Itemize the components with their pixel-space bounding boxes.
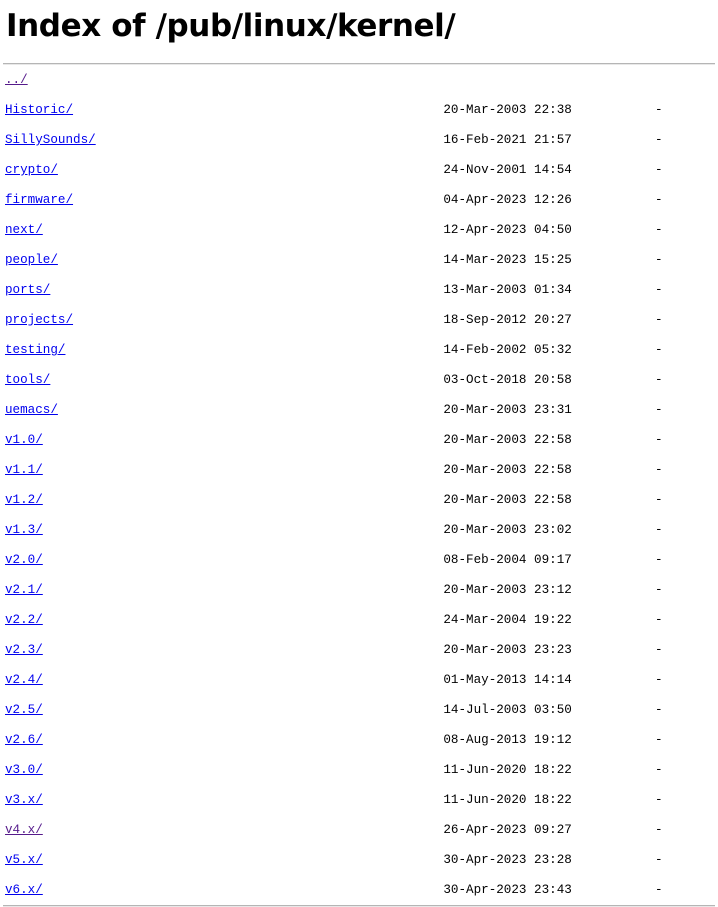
listing-row: uemacs/ 20-Mar-2003 23:31 -: [5, 403, 718, 418]
directory-link[interactable]: uemacs/: [5, 403, 58, 417]
listing-row: firmware/ 04-Apr-2023 12:26 -: [5, 193, 718, 208]
directory-link[interactable]: v2.6/: [5, 733, 43, 747]
directory-link[interactable]: people/: [5, 253, 58, 267]
listing-row-meta: 04-Apr-2023 12:26 -: [73, 193, 663, 207]
listing-row-meta: 01-May-2013 14:14 -: [42, 673, 663, 687]
listing-row: v2.0/ 08-Feb-2004 09:17 -: [5, 553, 718, 568]
listing-row: v1.3/ 20-Mar-2003 23:02 -: [5, 523, 718, 538]
listing-row: v2.4/ 01-May-2013 14:14 -: [5, 673, 718, 688]
directory-link[interactable]: v2.4/: [5, 673, 43, 687]
listing-row-meta: 03-Oct-2018 20:58 -: [50, 373, 663, 387]
directory-link[interactable]: v2.2/: [5, 613, 43, 627]
directory-listing: ../ Historic/ 20-Mar-2003 22:38 - SillyS…: [0, 65, 718, 898]
listing-row: v2.5/ 14-Jul-2003 03:50 -: [5, 703, 718, 718]
listing-row: projects/ 18-Sep-2012 20:27 -: [5, 313, 718, 328]
listing-row: v1.1/ 20-Mar-2003 22:58 -: [5, 463, 718, 478]
listing-row-meta: 20-Mar-2003 23:23 -: [42, 643, 663, 657]
listing-row: v1.2/ 20-Mar-2003 22:58 -: [5, 493, 718, 508]
page-title: Index of /pub/linux/kernel/: [6, 8, 456, 44]
listing-row: SillySounds/ 16-Feb-2021 21:57 -: [5, 133, 718, 148]
directory-link[interactable]: crypto/: [5, 163, 58, 177]
directory-link[interactable]: next/: [5, 223, 43, 237]
listing-row: v2.2/ 24-Mar-2004 19:22 -: [5, 613, 718, 628]
listing-row-meta: 16-Feb-2021 21:57 -: [95, 133, 663, 147]
listing-row-meta: 11-Jun-2020 18:22 -: [42, 763, 663, 777]
directory-link[interactable]: v3.x/: [5, 793, 43, 807]
directory-link[interactable]: tools/: [5, 373, 50, 387]
listing-row-meta: 20-Mar-2003 22:58 -: [42, 463, 663, 477]
listing-row: v3.x/ 11-Jun-2020 18:22 -: [5, 793, 718, 808]
listing-row: tools/ 03-Oct-2018 20:58 -: [5, 373, 718, 388]
directory-link[interactable]: SillySounds/: [5, 133, 96, 147]
listing-row: v4.x/ 26-Apr-2023 09:27 -: [5, 823, 718, 838]
listing-row-meta: 18-Sep-2012 20:27 -: [73, 313, 663, 327]
directory-link[interactable]: projects/: [5, 313, 73, 327]
listing-row-meta: 14-Feb-2002 05:32 -: [65, 343, 663, 357]
listing-row-meta: 20-Mar-2003 23:12 -: [42, 583, 663, 597]
listing-row: Historic/ 20-Mar-2003 22:38 -: [5, 103, 718, 118]
listing-row: v3.0/ 11-Jun-2020 18:22 -: [5, 763, 718, 778]
directory-link[interactable]: v2.0/: [5, 553, 43, 567]
directory-link[interactable]: v1.3/: [5, 523, 43, 537]
directory-link[interactable]: v2.1/: [5, 583, 43, 597]
listing-row: people/ 14-Mar-2023 15:25 -: [5, 253, 718, 268]
listing-row-meta: 20-Mar-2003 22:38 -: [73, 103, 663, 117]
directory-link[interactable]: v6.x/: [5, 883, 43, 897]
directory-link[interactable]: Historic/: [5, 103, 73, 117]
listing-row-meta: 30-Apr-2023 23:28 -: [42, 853, 663, 867]
listing-row-meta: 26-Apr-2023 09:27 -: [42, 823, 663, 837]
listing-row-meta: 20-Mar-2003 23:02 -: [42, 523, 663, 537]
directory-link[interactable]: v2.5/: [5, 703, 43, 717]
listing-row-meta: 20-Mar-2003 23:31 -: [57, 403, 663, 417]
listing-row: testing/ 14-Feb-2002 05:32 -: [5, 343, 718, 358]
listing-row: v2.6/ 08-Aug-2013 19:12 -: [5, 733, 718, 748]
listing-row: v2.1/ 20-Mar-2003 23:12 -: [5, 583, 718, 598]
listing-row-meta: 14-Jul-2003 03:50 -: [42, 703, 663, 717]
directory-link[interactable]: ../: [5, 73, 28, 87]
listing-row-meta: 11-Jun-2020 18:22 -: [42, 793, 663, 807]
directory-index-page: Index of /pub/linux/kernel/ ../ Historic…: [0, 0, 718, 907]
listing-row-meta: 12-Apr-2023 04:50 -: [42, 223, 663, 237]
directory-link[interactable]: testing/: [5, 343, 65, 357]
listing-row-meta: 20-Mar-2003 22:58 -: [42, 493, 663, 507]
listing-row-meta: 08-Feb-2004 09:17 -: [42, 553, 663, 567]
directory-link[interactable]: v1.0/: [5, 433, 43, 447]
directory-link[interactable]: v3.0/: [5, 763, 43, 777]
listing-row-meta: 30-Apr-2023 23:43 -: [42, 883, 663, 897]
listing-row-meta: 13-Mar-2003 01:34 -: [50, 283, 663, 297]
directory-link[interactable]: v1.2/: [5, 493, 43, 507]
listing-row: v1.0/ 20-Mar-2003 22:58 -: [5, 433, 718, 448]
listing-row-meta: 20-Mar-2003 22:58 -: [42, 433, 663, 447]
listing-row: ../: [5, 73, 718, 88]
directory-link[interactable]: v4.x/: [5, 823, 43, 837]
listing-row-meta: 14-Mar-2023 15:25 -: [57, 253, 663, 267]
directory-link[interactable]: ports/: [5, 283, 50, 297]
listing-row-meta: 24-Mar-2004 19:22 -: [42, 613, 663, 627]
directory-link[interactable]: v2.3/: [5, 643, 43, 657]
directory-link[interactable]: v5.x/: [5, 853, 43, 867]
listing-row: v5.x/ 30-Apr-2023 23:28 -: [5, 853, 718, 868]
listing-row: ports/ 13-Mar-2003 01:34 -: [5, 283, 718, 298]
listing-row-meta: 24-Nov-2001 14:54 -: [57, 163, 663, 177]
listing-row: crypto/ 24-Nov-2001 14:54 -: [5, 163, 718, 178]
listing-row: next/ 12-Apr-2023 04:50 -: [5, 223, 718, 238]
directory-link[interactable]: firmware/: [5, 193, 73, 207]
directory-link[interactable]: v1.1/: [5, 463, 43, 477]
listing-row: v2.3/ 20-Mar-2003 23:23 -: [5, 643, 718, 658]
listing-row-meta: 08-Aug-2013 19:12 -: [42, 733, 663, 747]
listing-row: v6.x/ 30-Apr-2023 23:43 -: [5, 883, 718, 898]
